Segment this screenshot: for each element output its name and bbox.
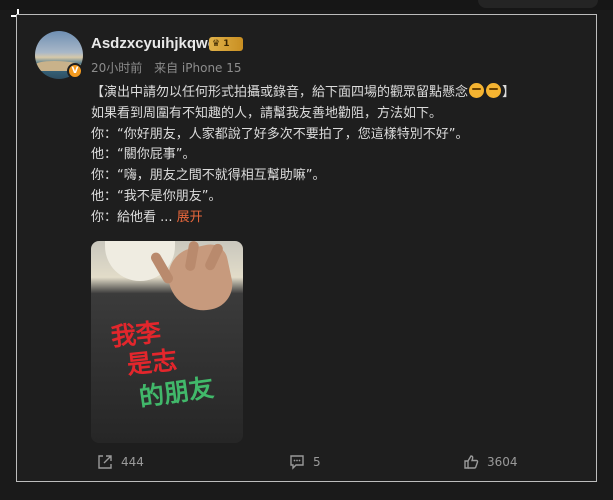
share-button[interactable]: 444 bbox=[97, 453, 144, 471]
post-line: 【演出中請勿以任何形式拍攝或錄音，給下面四場的觀眾留點懸念 】 bbox=[91, 83, 571, 104]
comment-icon bbox=[290, 455, 304, 470]
post-line: 他：“關你屁事”。 bbox=[91, 147, 196, 163]
post-time[interactable]: 20小时前 bbox=[91, 61, 142, 75]
like-count: 3604 bbox=[487, 455, 518, 469]
post-card: V Asdzxcyuihjkqwe ♛ 1 20小时前 来自 iPhone 15… bbox=[16, 14, 597, 482]
post-meta: 20小时前 来自 iPhone 15 bbox=[91, 59, 250, 76]
level-badge[interactable]: ♛ 1 bbox=[209, 37, 243, 51]
post-line-text: 】 bbox=[502, 85, 516, 100]
post-line: 他：“我不是你朋友”。 bbox=[91, 188, 222, 204]
post-line: 你：給他看 ... 展开 bbox=[91, 208, 571, 229]
crown-icon: ♛ bbox=[212, 39, 221, 49]
unamused-emoji-icon bbox=[469, 83, 485, 98]
shirt-text-row-2: 是志 bbox=[125, 345, 179, 380]
background-search bbox=[478, 0, 598, 8]
post-line-text: 你：給他看 ... bbox=[91, 209, 173, 225]
share-icon bbox=[98, 455, 112, 469]
comment-count: 5 bbox=[313, 455, 321, 469]
share-count: 444 bbox=[121, 455, 144, 469]
background-strip bbox=[0, 0, 613, 10]
level-number: 1 bbox=[223, 39, 230, 49]
username[interactable]: Asdzxcyuihjkqwe bbox=[91, 35, 216, 52]
post-line: 你：“你好朋友，人家都說了好多次不要拍了，您這樣特別不好”。 bbox=[91, 126, 469, 142]
post-source: 来自 iPhone 15 bbox=[154, 61, 242, 75]
shirt-text-row-3: 的朋友 bbox=[137, 372, 216, 413]
post-body: 【演出中請勿以任何形式拍攝或錄音，給下面四場的觀眾留點懸念 】 如果看到周圍有不知… bbox=[91, 83, 571, 229]
verified-badge-icon: V bbox=[67, 63, 83, 79]
post-line: 你：“嗨，朋友之間不就得相互幫助嘛”。 bbox=[91, 168, 326, 184]
post-line: 如果看到周圍有不知趣的人，請幫我友善地勸阻，方法如下。 bbox=[91, 105, 443, 121]
like-button[interactable]: 3604 bbox=[463, 453, 518, 471]
post-line-text: 【演出中請勿以任何形式拍攝或錄音，給下面四場的觀眾留點懸念 bbox=[91, 85, 469, 100]
unamused-emoji-icon bbox=[486, 83, 502, 98]
expand-link[interactable]: 展开 bbox=[177, 210, 203, 225]
comment-button[interactable]: 5 bbox=[289, 453, 321, 471]
post-image[interactable]: 我李 是志 的朋友 bbox=[91, 241, 243, 443]
like-icon bbox=[464, 455, 479, 469]
